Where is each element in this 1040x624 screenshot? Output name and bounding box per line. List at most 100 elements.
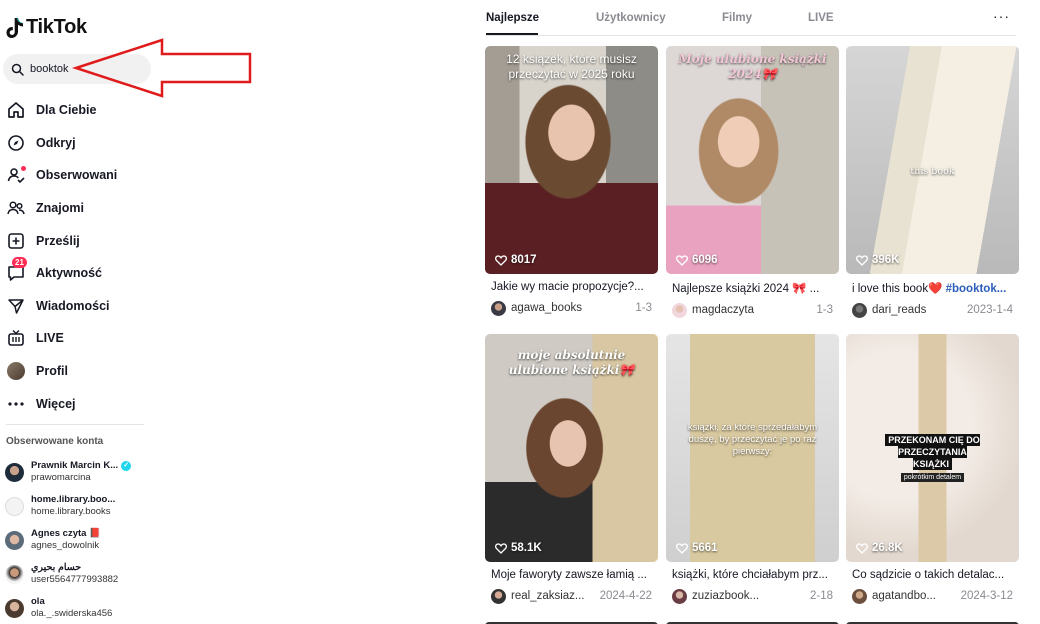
video-caption[interactable]: Najlepsze książki 2024 🎀 ...	[666, 281, 839, 295]
nav-activity[interactable]: 21 Aktywność	[6, 257, 156, 290]
nav-label: Wiadomości	[36, 298, 110, 313]
video-meta: magdaczyta 1-3	[666, 302, 839, 318]
video-card[interactable]: PRZEKONAM CIĘ DO PRZECZYTANIA KSIĄŻKI po…	[846, 334, 1019, 604]
nav-following[interactable]: Obserwowani	[6, 159, 156, 192]
nav-profile[interactable]: Profil	[6, 355, 156, 388]
main-nav: Dla Ciebie Odkryj Obserwowani Znajomi Pr…	[6, 94, 156, 420]
video-date: 1-3	[635, 302, 652, 314]
video-meta: zuziazbook... 2-18	[666, 588, 839, 604]
author-username[interactable]: real_zaksiaz...	[511, 590, 594, 602]
video-date: 1-3	[816, 304, 833, 316]
video-overlay-subtext: pokrótkim detalem	[900, 473, 965, 482]
nav-more[interactable]: Więcej	[6, 387, 156, 420]
author-username[interactable]: agawa_books	[511, 302, 629, 314]
video-caption[interactable]: książki, które chciałabym prz...	[666, 569, 839, 581]
nav-explore[interactable]: Odkryj	[6, 127, 156, 160]
account-name: Agnes czyta 📕	[31, 528, 101, 539]
nav-label: Aktywność	[36, 266, 102, 281]
video-thumbnail[interactable]: 12 książek, które musisz przeczytać w 20…	[485, 46, 658, 274]
sidebar-divider	[6, 424, 144, 425]
video-card[interactable]: this book 396K i love this book❤️ #bookt…	[846, 46, 1019, 318]
video-card[interactable]: moje absolutnie ulubione książki🎀 58.1K …	[485, 334, 658, 604]
video-card[interactable]: 12 książek, które musisz przeczytać w 20…	[485, 46, 658, 316]
account-handle: prawomarcina	[31, 472, 91, 483]
followed-account[interactable]: ola ola._.swiderska456	[5, 591, 155, 624]
video-overlay-text: 12 książek, które musisz przeczytać w 20…	[506, 52, 637, 81]
nav-label: Profil	[36, 364, 68, 379]
video-card[interactable]: książki, za które sprzedałabym duszę, by…	[666, 334, 839, 604]
video-caption[interactable]: Co sądzicie o takich detalac...	[846, 569, 1019, 581]
nav-messages[interactable]: Wiadomości	[6, 290, 156, 323]
followed-account[interactable]: home.library.boo... home.library.books	[5, 489, 155, 523]
heart-outline-icon	[676, 254, 688, 266]
tab-videos[interactable]: Filmy	[722, 12, 752, 24]
nav-upload[interactable]: Prześlij	[6, 224, 156, 257]
author-avatar[interactable]	[491, 588, 506, 604]
tiktok-logo[interactable]: TikTok	[6, 16, 87, 39]
account-name: Prawnik Marcin K...	[31, 460, 119, 471]
author-avatar[interactable]	[852, 588, 867, 604]
nav-live[interactable]: LIVE	[6, 322, 156, 355]
video-overlay-text: moje absolutnie ulubione książki🎀	[508, 348, 635, 377]
video-overlay-text: Moje ulubione książki 2024🎀	[678, 52, 827, 81]
video-overlay-text: książki, za które sprzedałabym duszę, by…	[687, 422, 818, 457]
video-thumbnail[interactable]: Moje ulubione książki 2024🎀 6096	[666, 46, 839, 274]
more-options-button[interactable]: ···	[993, 8, 1010, 24]
author-username[interactable]: agatandbo...	[872, 590, 955, 602]
home-icon	[6, 100, 26, 120]
video-overlay-text: PRZEKONAM CIĘ DO PRZECZYTANIA KSIĄŻKI	[885, 434, 980, 470]
hashtag-link[interactable]: #booktok...	[946, 283, 1007, 295]
search-input[interactable]: booktok	[30, 63, 69, 75]
video-caption[interactable]: Jakie wy macie propozycje?...	[485, 281, 658, 293]
nav-label: LIVE	[36, 331, 64, 346]
author-avatar[interactable]	[852, 302, 867, 318]
inbox-icon: 21	[6, 257, 27, 283]
logo-text: TikTok	[26, 16, 87, 38]
video-thumbnail[interactable]: PRZEKONAM CIĘ DO PRZECZYTANIA KSIĄŻKI po…	[846, 334, 1019, 562]
video-thumbnail[interactable]: książki, za które sprzedałabym duszę, by…	[666, 334, 839, 562]
active-tab-indicator	[486, 33, 538, 35]
like-count-value: 26.8K	[872, 542, 903, 554]
author-avatar[interactable]	[491, 300, 506, 316]
followed-account[interactable]: Prawnik Marcin K... ✓ prawomarcina	[5, 455, 155, 489]
like-count-value: 58.1K	[511, 542, 542, 554]
tiktok-logo-icon	[6, 16, 23, 38]
video-card[interactable]: Moje ulubione książki 2024🎀 6096 Najleps…	[666, 46, 839, 318]
nav-friends[interactable]: Znajomi	[6, 192, 156, 225]
search-tabs: Najlepsze Użytkownicy Filmy LIVE ···	[486, 0, 1016, 36]
video-thumbnail[interactable]: moje absolutnie ulubione książki🎀 58.1K	[485, 334, 658, 562]
author-username[interactable]: dari_reads	[872, 304, 961, 316]
account-name: ola	[31, 596, 45, 607]
author-avatar[interactable]	[672, 302, 687, 318]
upload-plus-icon	[6, 231, 26, 251]
author-avatar[interactable]	[672, 588, 687, 604]
video-caption[interactable]: Moje faworyty zawsze łamią ...	[485, 569, 658, 581]
tab-users[interactable]: Użytkownicy	[596, 12, 666, 24]
video-caption[interactable]: i love this book❤️ #booktok...	[846, 281, 1019, 295]
followed-accounts-title: Obserwowane konta	[6, 436, 104, 447]
nav-label: Znajomi	[36, 201, 84, 216]
like-count: 26.8K	[856, 542, 903, 554]
video-meta: real_zaksiaz... 2024-4-22	[485, 588, 658, 604]
annotation-arrow-icon	[71, 38, 252, 98]
nav-label: Obserwowani	[36, 168, 118, 183]
like-count-value: 6096	[692, 254, 718, 266]
followed-account[interactable]: Agnes czyta 📕 agnes_dowolnik	[5, 523, 155, 557]
tab-top[interactable]: Najlepsze	[486, 12, 539, 24]
author-username[interactable]: magdaczyta	[692, 304, 810, 316]
author-username[interactable]: zuziazbook...	[692, 590, 804, 602]
tab-live[interactable]: LIVE	[808, 12, 834, 24]
nav-for-you[interactable]: Dla Ciebie	[6, 94, 156, 127]
followed-account[interactable]: حسام بحيري user5564777993882	[5, 557, 155, 591]
video-date: 2024-4-22	[599, 590, 652, 602]
like-count-value: 8017	[511, 254, 537, 266]
like-count: 5661	[676, 542, 718, 554]
caption-text: Jakie wy macie propozycje?...	[491, 281, 644, 293]
account-avatar	[5, 598, 24, 618]
account-name: حسام بحيري	[31, 562, 82, 573]
video-thumbnail[interactable]: this book 396K	[846, 46, 1019, 274]
nav-label: Więcej	[36, 396, 76, 411]
followed-accounts-list: Prawnik Marcin K... ✓ prawomarcina home.l…	[5, 455, 155, 624]
video-date: 2024-3-12	[960, 590, 1013, 602]
like-count-value: 396K	[872, 254, 900, 266]
